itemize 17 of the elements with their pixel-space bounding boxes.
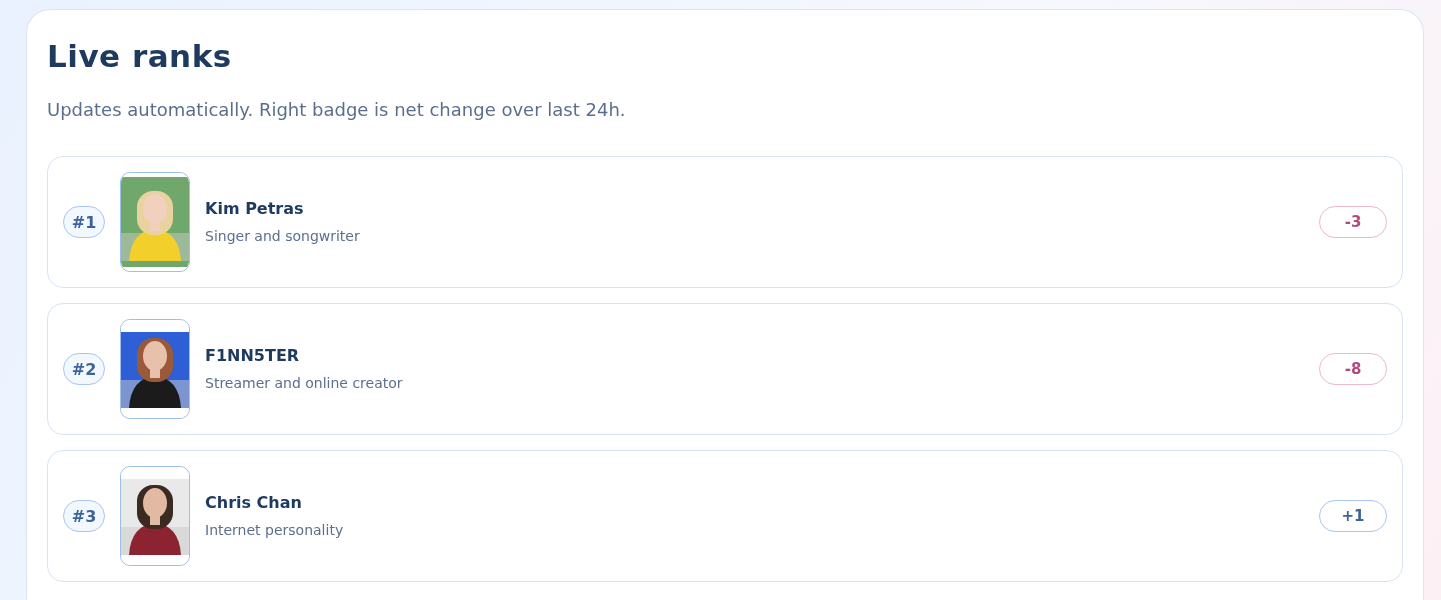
change-badge: -3 <box>1319 206 1387 238</box>
rank-row[interactable]: #3 Chris Chan Internet personality +1 <box>47 450 1403 582</box>
rank-row[interactable]: #2 F1NN5TER Streamer and online creator -8 <box>47 303 1403 435</box>
person-description: Streamer and online creator <box>205 374 404 393</box>
rank-number: #1 <box>63 206 105 238</box>
person-description: Singer and songwriter <box>205 227 361 246</box>
subtitle: Updates automatically. Right badge is net change over last 24h. <box>47 98 627 122</box>
change-badge: +1 <box>1319 500 1387 532</box>
person-name: Kim Petras <box>205 198 305 220</box>
person-name: Chris Chan <box>205 492 303 514</box>
person-name: F1NN5TER <box>205 345 301 367</box>
change-badge: -8 <box>1319 353 1387 385</box>
person-description: Internet personality <box>205 521 345 540</box>
rank-row[interactable]: #1 Kim Petras Singer and songwriter -3 <box>47 156 1403 288</box>
rank-number: #2 <box>63 353 105 385</box>
page-title: Live ranks <box>47 37 233 76</box>
rank-number: #3 <box>63 500 105 532</box>
